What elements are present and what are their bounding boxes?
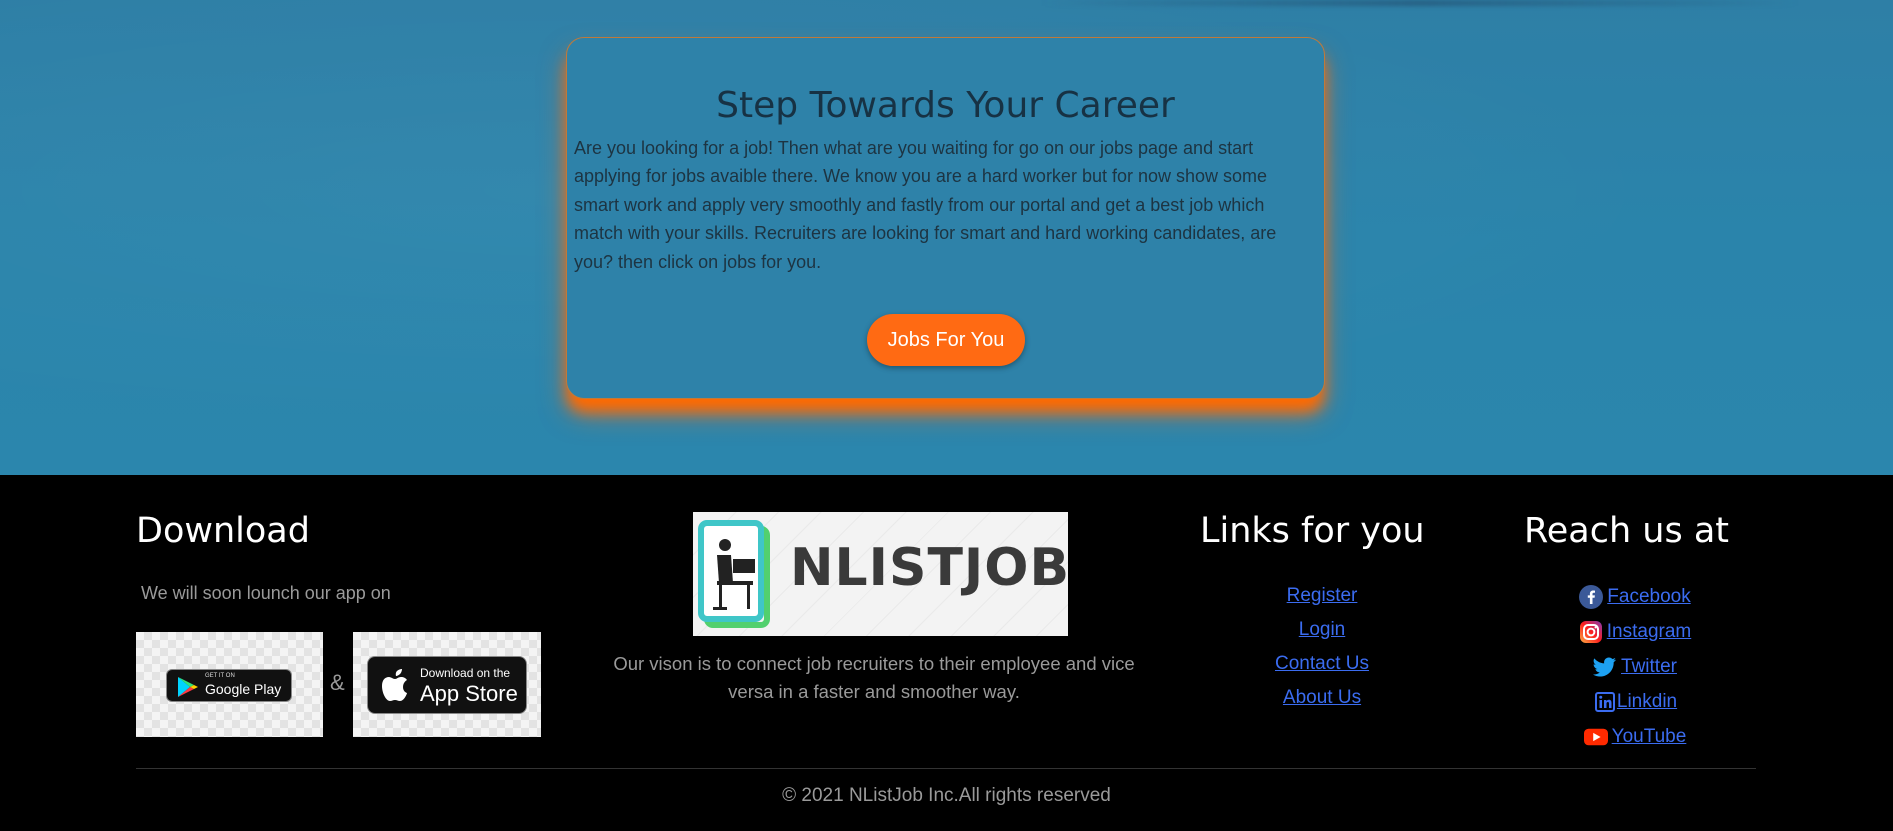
card-body-text: Are you looking for a job! Then what are… [574,138,1277,272]
instagram-link[interactable]: Instagram [1607,621,1691,643]
twitter-link[interactable]: Twitter [1621,656,1677,678]
social-item-instagram[interactable]: Instagram [1540,614,1730,649]
youtube-icon [1583,725,1608,749]
social-item-linkedin[interactable]: Linkdin [1540,684,1730,719]
apple-icon [382,669,407,701]
footer: Download We will soon lounch our app on … [0,475,1893,831]
google-play-badge[interactable]: GET IT ON Google Play [136,632,323,737]
social-list: Facebook Instagram Twitter Linkdin YouTu… [1540,579,1730,754]
card-title: Step Towards Your Career [716,85,1175,126]
footer-divider [136,768,1756,769]
instagram-icon [1579,620,1603,644]
career-card: Step Towards Your Career Are you looking… [566,37,1325,399]
reach-heading: Reach us at [1524,511,1729,551]
logo-text: NLISTJOB [790,538,1071,598]
social-item-facebook[interactable]: Facebook [1540,579,1730,614]
social-item-youtube[interactable]: YouTube [1540,719,1730,754]
twitter-icon [1593,655,1617,679]
copyright-text: © 2021 NListJob Inc.All rights reserved [782,785,1111,806]
facebook-icon [1579,584,1604,609]
vision-text: Our vison is to connect job recruiters t… [613,653,1135,702]
download-text: We will soon lounch our app on [141,583,391,603]
contact-us-link[interactable]: Contact Us [1232,647,1412,681]
ampersand: & [330,670,345,695]
top-shadow [1040,0,1800,6]
login-link[interactable]: Login [1232,613,1412,647]
app-store-button: Download on the App Store [367,656,527,714]
links-list: Register Login Contact Us About Us [1232,579,1412,715]
about-us-link[interactable]: About Us [1232,681,1412,715]
google-play-small-text: GET IT ON [205,673,235,679]
youtube-link[interactable]: YouTube [1612,726,1687,748]
person-at-desk-icon [698,520,770,628]
register-link[interactable]: Register [1232,579,1412,613]
linkedin-link[interactable]: Linkdin [1617,691,1677,713]
google-play-big-text: Google Play [205,681,282,697]
social-item-twitter[interactable]: Twitter [1540,649,1730,684]
facebook-link[interactable]: Facebook [1607,586,1690,608]
google-play-icon [178,677,198,697]
jobs-for-you-button[interactable]: Jobs For You [867,314,1025,366]
app-store-big-text: App Store [420,681,518,706]
app-store-badge[interactable]: Download on the App Store [353,632,541,737]
google-play-button: GET IT ON Google Play [166,669,292,702]
app-store-small-text: Download on the [420,666,511,680]
nlistjob-logo: NLISTJOB [693,512,1071,636]
hero-section: Step Towards Your Career Are you looking… [0,0,1893,475]
links-heading: Links for you [1200,511,1425,551]
linkedin-icon [1593,690,1617,714]
download-heading: Download [136,511,310,551]
